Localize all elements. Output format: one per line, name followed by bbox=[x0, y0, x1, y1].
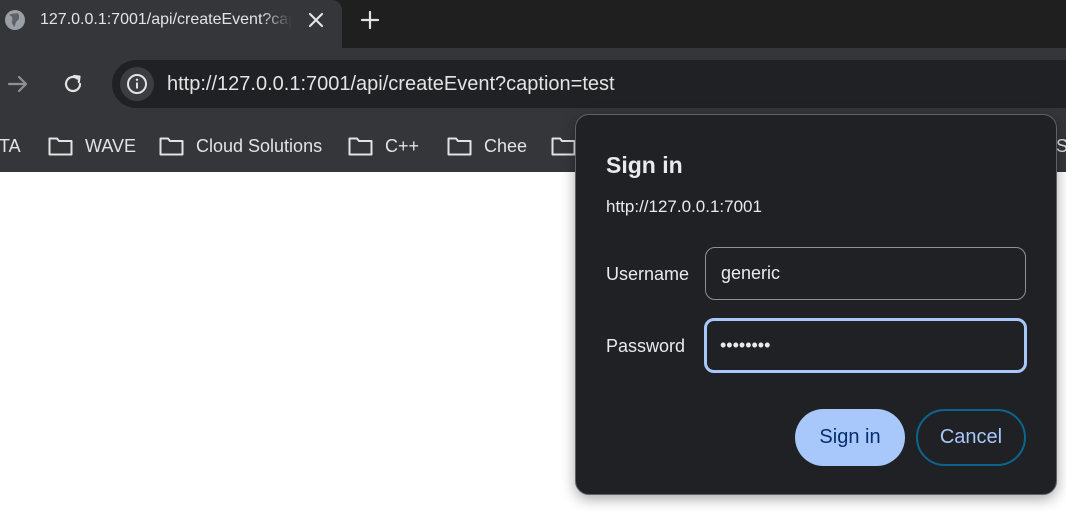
bookmark-item[interactable]: ITA bbox=[0, 128, 21, 164]
sign-in-button[interactable]: Sign in bbox=[795, 409, 905, 466]
password-input[interactable] bbox=[704, 318, 1027, 373]
close-icon[interactable] bbox=[304, 8, 328, 32]
site-info-button[interactable] bbox=[120, 67, 154, 101]
folder-icon bbox=[48, 137, 73, 156]
password-label: Password bbox=[606, 336, 686, 356]
username-label: Username bbox=[606, 264, 690, 284]
toolbar: http://127.0.0.1:7001/api/createEvent?ca… bbox=[0, 48, 1066, 120]
bookmark-item[interactable]: C++ bbox=[348, 128, 419, 164]
tab-strip: 127.0.0.1:7001/api/createEvent?caption=t… bbox=[0, 0, 1066, 48]
bookmark-item[interactable]: Sc bbox=[1056, 128, 1066, 164]
bookmark-label: Sc bbox=[1056, 135, 1066, 156]
folder-icon bbox=[159, 137, 184, 156]
reload-icon[interactable] bbox=[60, 71, 86, 97]
bookmark-item[interactable]: Chee bbox=[447, 128, 527, 164]
arrow-right-icon[interactable] bbox=[6, 72, 30, 96]
bookmark-item[interactable]: WAVE bbox=[48, 128, 136, 164]
globe-icon bbox=[5, 10, 25, 30]
bookmark-label: Cloud Solutions bbox=[196, 135, 323, 156]
bookmark-label: C++ bbox=[385, 135, 420, 156]
folder-icon bbox=[348, 137, 373, 156]
cancel-button[interactable]: Cancel bbox=[916, 409, 1026, 466]
active-tab[interactable]: 127.0.0.1:7001/api/createEvent?caption=t… bbox=[0, 0, 342, 48]
url-text[interactable]: http://127.0.0.1:7001/api/createEvent?ca… bbox=[167, 72, 615, 96]
sign-in-dialog: Sign in http://127.0.0.1:7001 Username P… bbox=[575, 114, 1057, 495]
dialog-title: Sign in bbox=[606, 152, 683, 178]
tab-title: 127.0.0.1:7001/api/createEvent?caption=t… bbox=[40, 11, 292, 28]
username-input[interactable] bbox=[705, 247, 1026, 300]
folder-icon bbox=[447, 137, 472, 156]
bookmark-label: WAVE bbox=[85, 135, 137, 156]
bookmark-label: ITA bbox=[0, 135, 21, 156]
dialog-origin: http://127.0.0.1:7001 bbox=[606, 197, 762, 216]
info-icon bbox=[127, 74, 147, 94]
plus-icon[interactable] bbox=[358, 8, 382, 32]
folder-icon bbox=[551, 137, 576, 156]
address-bar[interactable]: http://127.0.0.1:7001/api/createEvent?ca… bbox=[112, 60, 1066, 108]
bookmark-label: Chee bbox=[484, 135, 528, 156]
bookmark-item[interactable]: Cloud Solutions bbox=[159, 128, 322, 164]
